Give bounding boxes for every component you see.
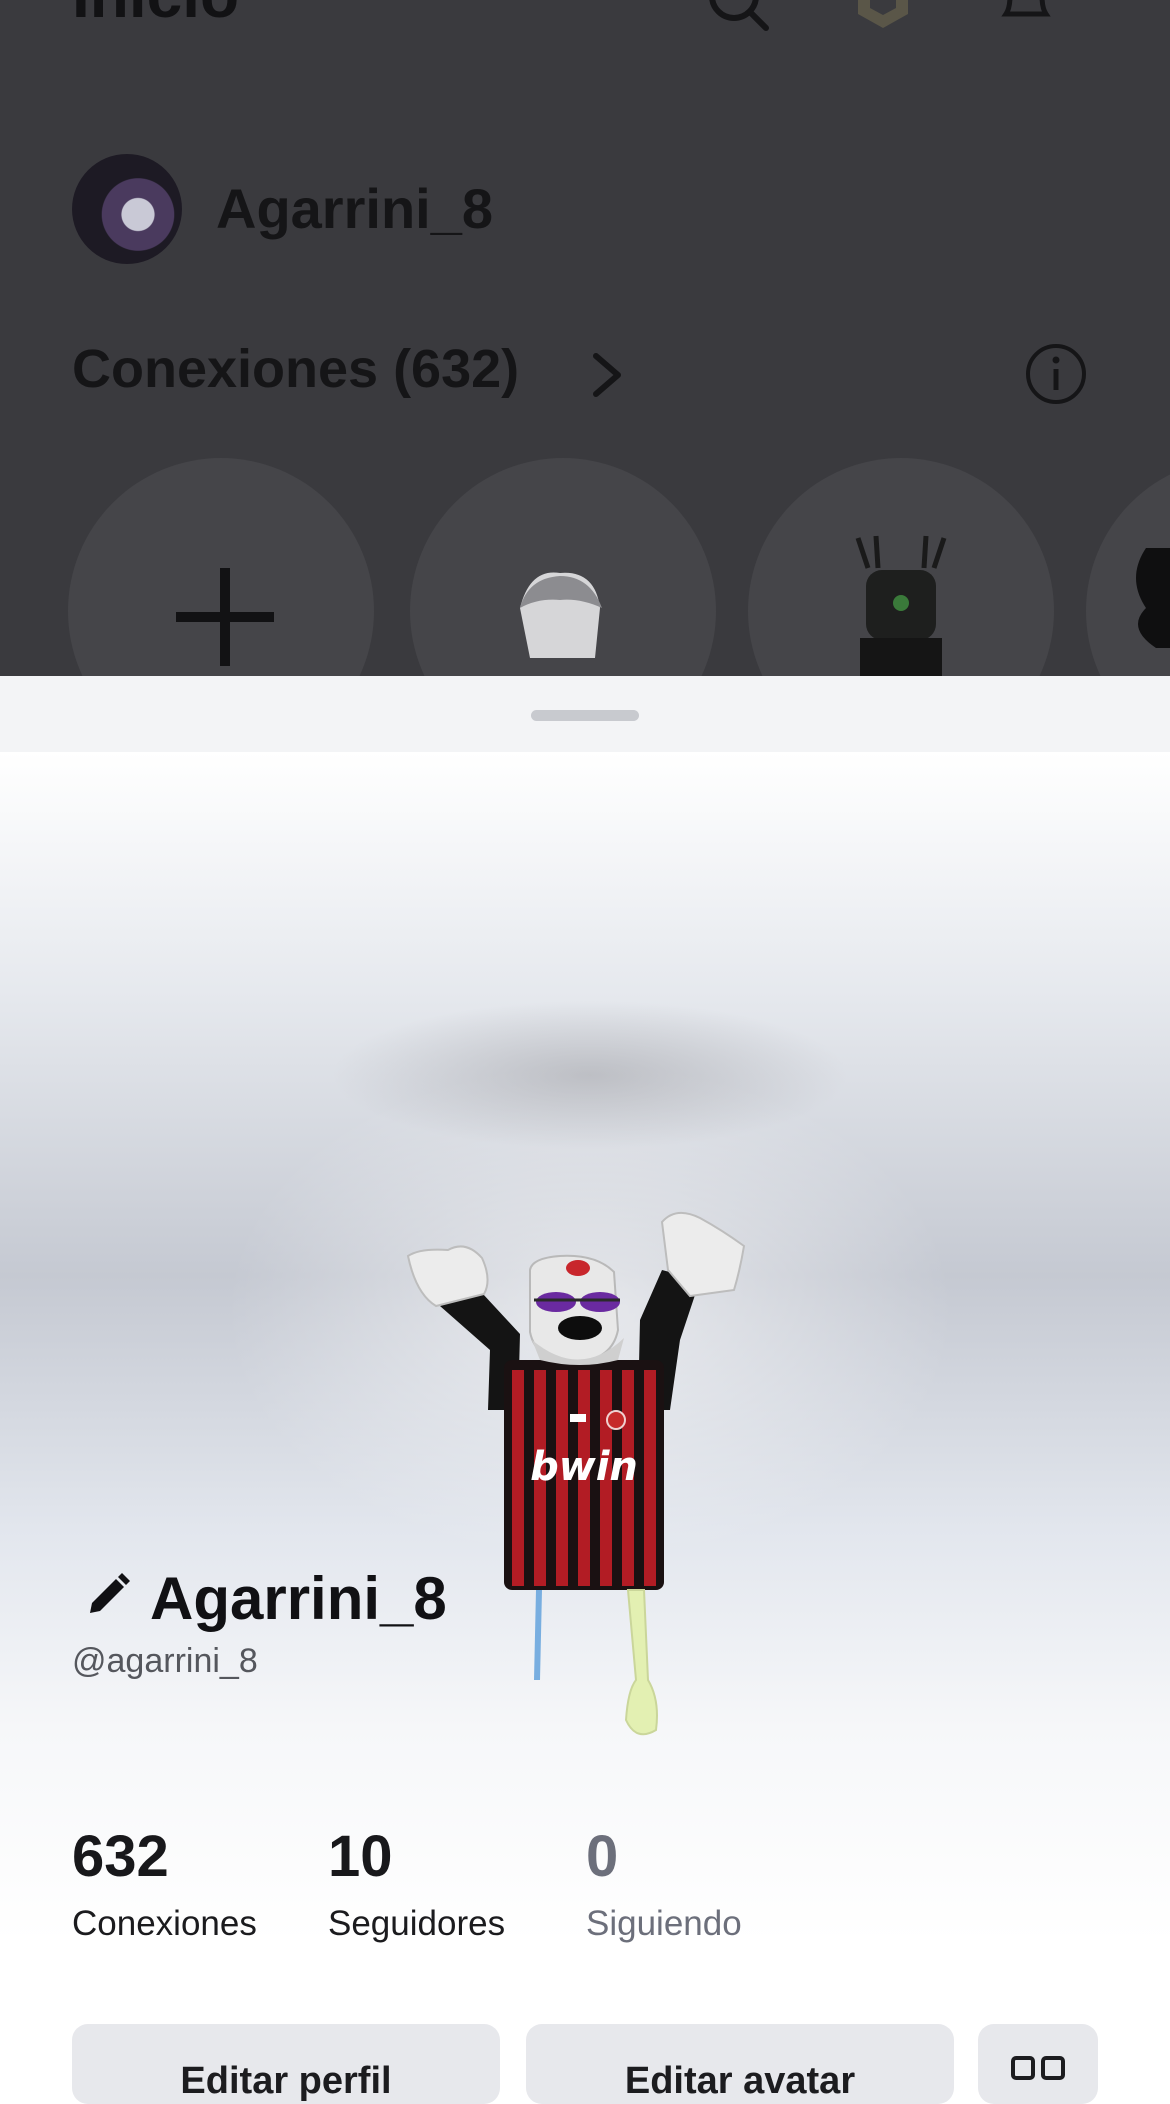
avatar-shadow	[330, 1000, 850, 1150]
stat-value: 0	[586, 1824, 619, 1889]
connection-avatar[interactable]	[1086, 458, 1170, 676]
avatar-thumbnail	[520, 572, 602, 658]
avatar-thumbnail	[855, 535, 947, 676]
plus-icon[interactable]	[172, 564, 278, 675]
jersey-logo-text: bwin	[530, 1444, 638, 1490]
connections-title[interactable]: Conexiones (632)	[72, 338, 519, 400]
avatar[interactable]	[72, 154, 182, 264]
stat-label: Seguidores	[328, 1904, 506, 1943]
grid-icon	[1011, 2056, 1065, 2080]
user-name[interactable]: Agarrini_8	[216, 176, 493, 241]
edit-avatar-button[interactable]: Editar avatar	[526, 2024, 954, 2104]
display-name-row[interactable]: Agarrini_8	[84, 1564, 447, 1633]
username-handle: @agarrini_8	[72, 1642, 258, 1680]
sheet-header[interactable]	[0, 676, 1170, 752]
robux-icon[interactable]	[852, 0, 914, 37]
stat-label: Siguiendo	[586, 1904, 742, 1943]
avatar-thumbnail	[1136, 548, 1170, 648]
edit-profile-button[interactable]: Editar perfil	[72, 2024, 500, 2104]
info-icon[interactable]	[1024, 342, 1088, 411]
home-screen-dimmed: Inicio Agarrini_8 Conexiones (632)	[0, 0, 1170, 676]
stat-connections[interactable]: 632 Conexiones	[72, 1828, 257, 1944]
display-name: Agarrini_8	[150, 1565, 447, 1632]
drag-handle[interactable]	[531, 710, 639, 721]
stat-value: 10	[328, 1824, 393, 1889]
stat-followers[interactable]: 10 Seguidores	[328, 1828, 505, 1944]
connection-avatar[interactable]	[748, 458, 1054, 676]
connection-avatar[interactable]	[410, 458, 716, 676]
chevron-right-icon[interactable]	[590, 350, 624, 405]
stat-label: Conexiones	[72, 1904, 257, 1943]
avatar-3d-character[interactable]: bwin	[400, 1210, 760, 1750]
stat-value: 632	[72, 1824, 169, 1889]
notification-bell-icon[interactable]	[996, 0, 1056, 37]
edit-pencil-icon[interactable]	[84, 1564, 132, 1633]
page-title: Inicio	[72, 0, 239, 32]
stat-following[interactable]: 0 Siguiendo	[586, 1828, 742, 1944]
search-icon[interactable]	[706, 0, 770, 39]
more-options-button[interactable]	[978, 2024, 1098, 2104]
